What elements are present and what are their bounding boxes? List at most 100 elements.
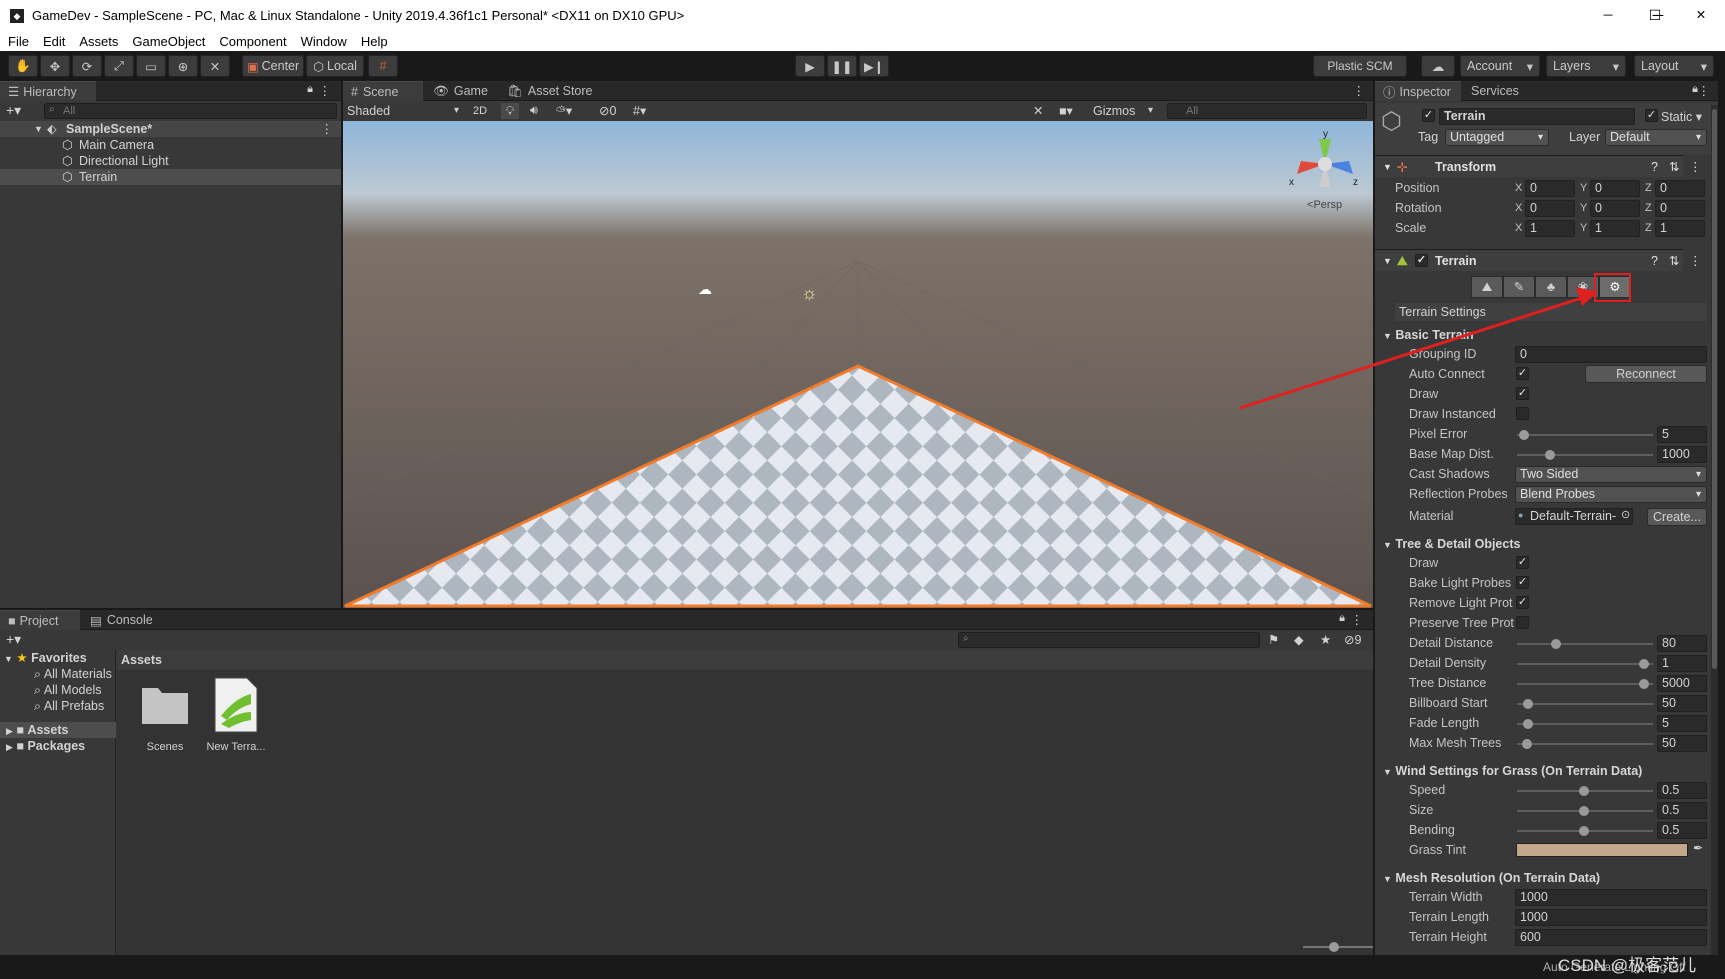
material-field[interactable]: Default-Terrain-	[1515, 508, 1633, 525]
panel-menu-icon[interactable]: ⋮	[1353, 83, 1366, 98]
step-button-icon[interactable]: ▶❙	[859, 55, 889, 77]
list-item[interactable]: ⬡ Directional Light	[0, 153, 341, 169]
lock-icon[interactable]: 🔒︎	[1339, 612, 1345, 625]
orientation-gizmo[interactable]: x z y <Persp	[1285, 129, 1365, 215]
tab-project[interactable]: ■ Project	[0, 610, 80, 630]
asset-scenes-folder[interactable]: Scenes	[137, 682, 193, 753]
pivot-center-button[interactable]: ▣ Center	[242, 55, 304, 77]
tab-hierarchy[interactable]: ☰ Hierarchy	[0, 81, 96, 101]
plastic-scm-button[interactable]: Plastic SCM	[1313, 55, 1407, 77]
menu-assets[interactable]: Assets	[79, 34, 118, 49]
static-checkbox[interactable]: ✓	[1645, 109, 1658, 122]
list-item[interactable]: ⬡ Main Camera	[0, 137, 341, 153]
tools-icon[interactable]: ✕	[1033, 103, 1051, 118]
tag-dropdown[interactable]: Untagged	[1445, 129, 1549, 146]
lock-icon[interactable]: 🔒︎	[307, 83, 313, 96]
create-add-icon[interactable]: +▾	[6, 102, 21, 119]
slider-value-field[interactable]: 0.5	[1657, 782, 1707, 799]
transform-rotation-y-field[interactable]: 0	[1590, 200, 1640, 217]
grass-tint-swatch[interactable]	[1516, 843, 1688, 857]
hierarchy-search-input[interactable]: All	[44, 103, 337, 119]
pivot-local-button[interactable]: ⬡ Local	[306, 55, 364, 77]
scale-tool-icon[interactable]: ⤢	[104, 55, 134, 77]
auto-connect-checkbox[interactable]: ✓	[1516, 367, 1529, 380]
toggle-2d-button[interactable]: 2D	[469, 103, 491, 119]
help-icon[interactable]: ?	[1651, 250, 1658, 272]
layers-dropdown[interactable]: Layers ▾	[1546, 55, 1626, 77]
transform-scale-y-field[interactable]: 1	[1590, 220, 1640, 237]
transform-position-z-field[interactable]: 0	[1655, 180, 1705, 197]
folder-assets-item[interactable]: ▶ ■ Assets	[0, 722, 116, 738]
transform-rotation-x-field[interactable]: 0	[1525, 200, 1575, 217]
reflection-probes-dropdown[interactable]: Blend Probes	[1515, 486, 1707, 503]
pixel-error-slider[interactable]	[1517, 430, 1653, 440]
terrain-enabled-checkbox[interactable]: ✓	[1415, 254, 1428, 267]
pause-button-icon[interactable]: ❚❚	[827, 55, 857, 77]
minimize-button-glyph[interactable]: ─	[1585, 0, 1631, 31]
transform-scale-x-field[interactable]: 1	[1525, 220, 1575, 237]
section-tree-detail[interactable]: ▼ Tree & Detail Objects	[1375, 534, 1683, 554]
scene-row[interactable]: ▼ ⬖ SampleScene* ⋮	[0, 121, 341, 137]
value-slider[interactable]	[1517, 719, 1653, 729]
slider-value-field[interactable]: 1	[1657, 655, 1707, 672]
scene-viewport[interactable]: ☁ ☼ x z y <Persp	[343, 121, 1373, 608]
slider-knob[interactable]	[1523, 719, 1533, 729]
preset-icon[interactable]: ⇅	[1669, 156, 1679, 178]
persp-label[interactable]: <Persp	[1307, 199, 1342, 211]
tree-checkbox[interactable]: ✓	[1516, 576, 1529, 589]
menu-file[interactable]: File	[8, 34, 29, 49]
panel-menu-icon[interactable]: ⋮	[319, 83, 332, 98]
tree-checkbox[interactable]	[1516, 616, 1529, 629]
layout-dropdown[interactable]: Layout ▾	[1634, 55, 1714, 77]
close-button[interactable]: ✕	[1678, 0, 1724, 31]
layer-dropdown[interactable]: Default	[1605, 129, 1707, 146]
slider-knob[interactable]	[1523, 699, 1533, 709]
transform-position-x-field[interactable]: 0	[1525, 180, 1575, 197]
camera-gizmo-icon[interactable]: ☁	[698, 281, 712, 298]
create-neighbor-terrain-icon[interactable]: ⛰︎	[1471, 276, 1503, 298]
hidden-packages-icon[interactable]: ⊘9	[1344, 632, 1361, 647]
tab-services[interactable]: Services	[1463, 81, 1533, 101]
grid-snap-icon[interactable]: #	[368, 55, 398, 77]
cloud-icon[interactable]: ☁	[1421, 55, 1455, 77]
tab-asset-store[interactable]: 🛍︎ Asset Store	[499, 81, 609, 101]
slider-value-field[interactable]: 80	[1657, 635, 1707, 652]
audio-toggle-icon[interactable]: 🔊︎	[525, 103, 543, 118]
scene-search-input[interactable]: All	[1167, 103, 1367, 119]
slider-knob[interactable]	[1522, 739, 1532, 749]
gizmos-dropdown[interactable]: Gizmos ▾	[1093, 103, 1155, 119]
value-slider[interactable]	[1517, 679, 1653, 689]
transform-component-header[interactable]: ▼ ⊹ Transform ? ⇅ ⋮	[1375, 155, 1702, 178]
hidden-objects-icon[interactable]: ⊘0	[599, 103, 629, 118]
slider-knob[interactable]	[1639, 659, 1649, 669]
move-tool-icon[interactable]: ✥	[40, 55, 70, 77]
tree-checkbox[interactable]: ✓	[1516, 556, 1529, 569]
transform-position-y-field[interactable]: 0	[1590, 180, 1640, 197]
rotate-tool-icon[interactable]: ⟳	[72, 55, 102, 77]
component-menu-icon[interactable]: ⋮	[1689, 250, 1702, 272]
active-checkbox[interactable]: ✓	[1422, 109, 1435, 122]
draw-instanced-checkbox[interactable]	[1516, 407, 1529, 420]
tab-scene[interactable]: # Scene	[343, 81, 423, 101]
folder-packages-item[interactable]: ▶ ■ Packages	[6, 738, 85, 754]
draw-checkbox[interactable]: ✓	[1516, 387, 1529, 400]
base-map-slider[interactable]	[1517, 450, 1653, 460]
custom-tool-icon[interactable]: ✕	[200, 55, 230, 77]
cast-shadows-dropdown[interactable]: Two Sided	[1515, 466, 1707, 483]
transform-tool-icon[interactable]: ⊕	[168, 55, 198, 77]
slider-knob[interactable]	[1579, 786, 1589, 796]
menu-window[interactable]: Window	[301, 34, 347, 49]
inspector-scrollbar[interactable]	[1711, 105, 1718, 955]
transform-rotation-z-field[interactable]: 0	[1655, 200, 1705, 217]
list-item[interactable]: ⌕ All Models	[34, 682, 101, 698]
slider-value-field[interactable]: 50	[1657, 735, 1707, 752]
camera-dropdown-icon[interactable]: ■▾	[1059, 103, 1091, 118]
value-slider[interactable]	[1517, 826, 1653, 836]
mesh-value-field[interactable]: 1000	[1515, 889, 1707, 906]
lighting-toggle-icon[interactable]: 💡︎	[501, 103, 519, 119]
scene-menu-icon[interactable]: ⋮	[321, 121, 334, 137]
menu-help[interactable]: Help	[361, 34, 388, 49]
create-material-button[interactable]: Create...	[1647, 508, 1707, 526]
filter-label-icon[interactable]: ◆	[1294, 632, 1304, 647]
section-mesh-resolution[interactable]: ▼ Mesh Resolution (On Terrain Data)	[1375, 868, 1683, 888]
